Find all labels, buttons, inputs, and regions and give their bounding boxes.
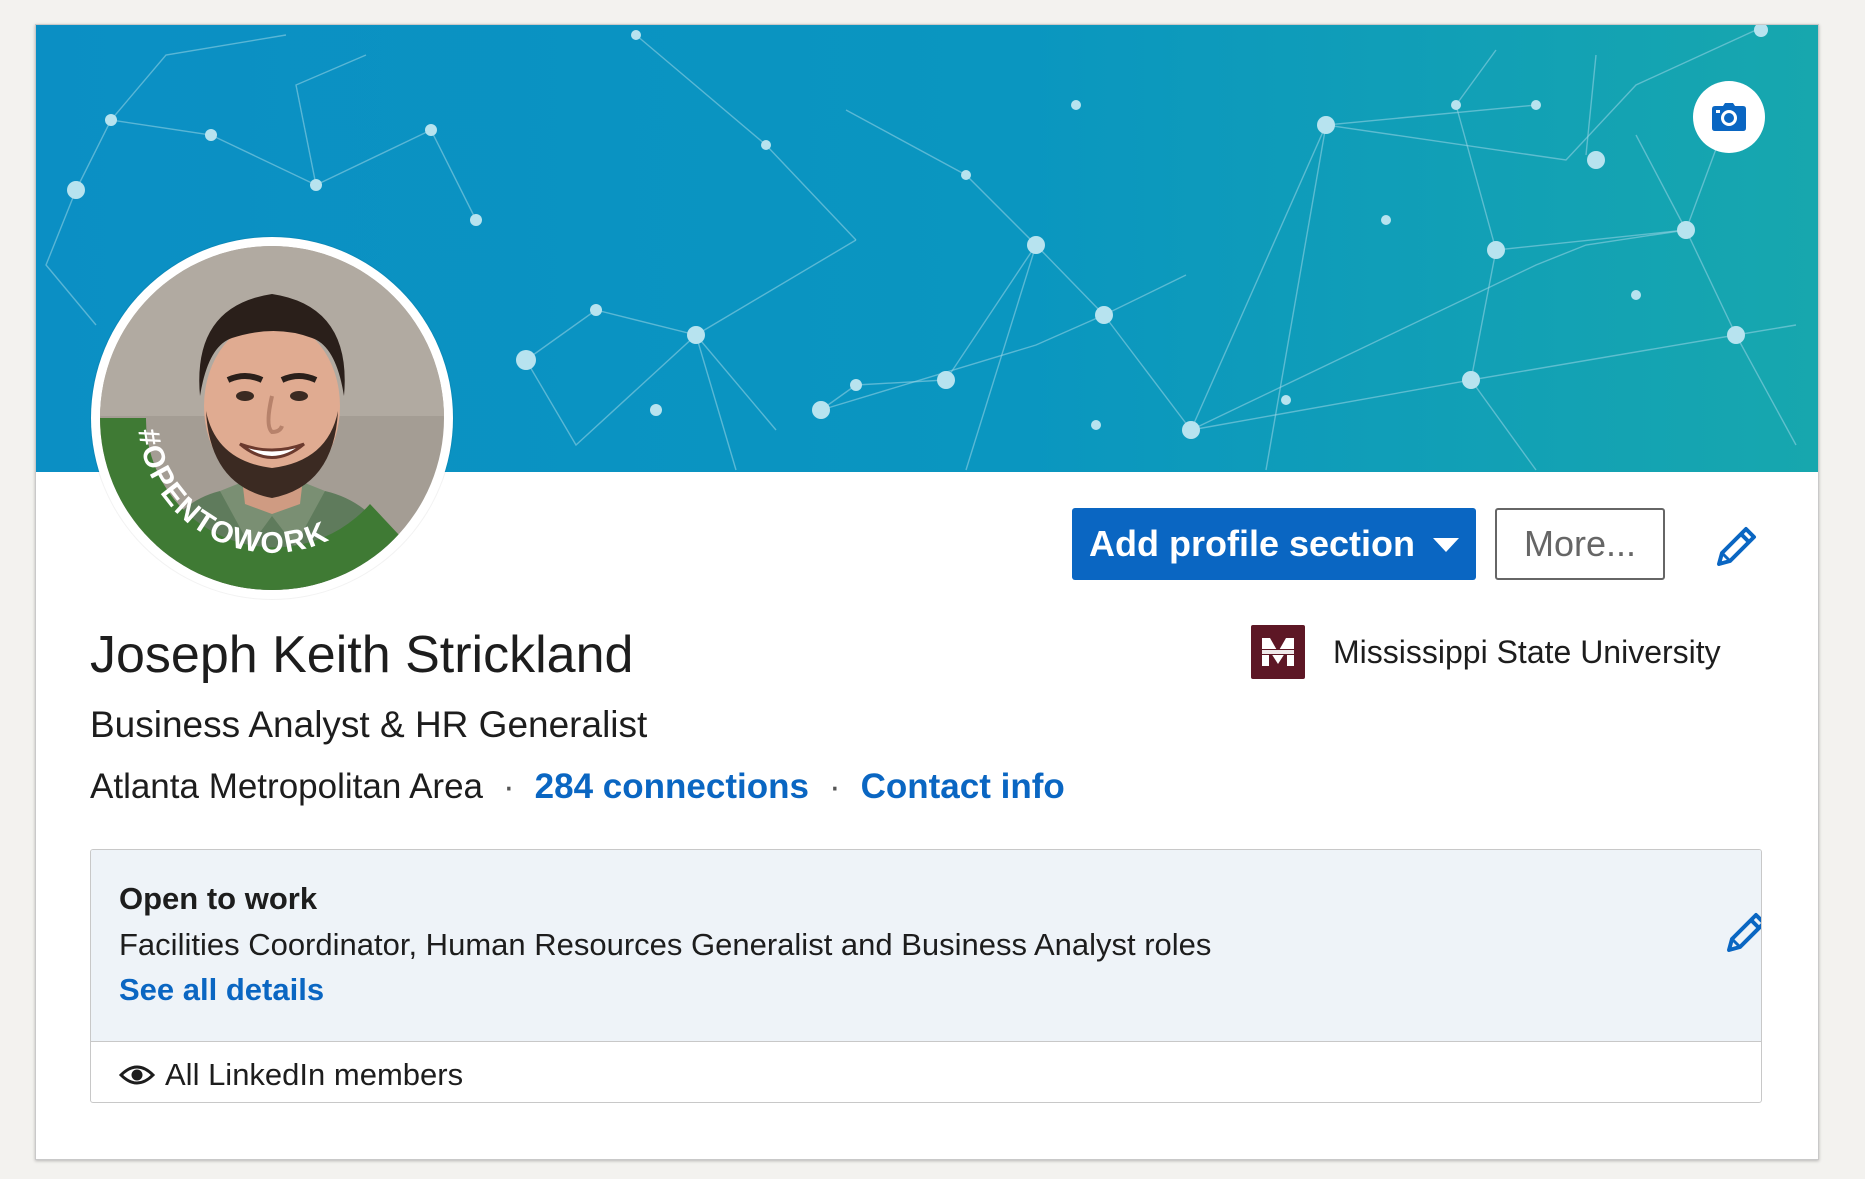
pencil-icon	[1727, 913, 1761, 952]
edit-intro-button[interactable]	[1710, 521, 1762, 573]
separator-dot: ·	[828, 767, 841, 806]
profile-location: Atlanta Metropolitan Area	[90, 767, 484, 806]
contact-info-link[interactable]: Contact info	[861, 767, 1065, 807]
edit-background-button[interactable]	[1693, 81, 1765, 153]
connections-link[interactable]: 284 connections	[535, 767, 809, 807]
add-profile-section-button[interactable]: Add profile section	[1072, 508, 1476, 580]
profile-card: #OPENTOWORK Add profile section More... …	[35, 24, 1819, 1160]
profile-headline: Business Analyst & HR Generalist	[90, 704, 648, 745]
eye-icon	[119, 1065, 155, 1085]
open-to-work-roles: Facilities Coordinator, Human Resources …	[119, 927, 1212, 962]
profile-meta: Atlanta Metropolitan Area · 284 connecti…	[90, 767, 1065, 807]
education-entry[interactable]: Mississippi State University	[1251, 625, 1721, 679]
open-to-work-visibility: All LinkedIn members	[119, 1057, 463, 1093]
see-all-details-link[interactable]: See all details	[119, 972, 324, 1008]
more-button[interactable]: More...	[1495, 508, 1665, 580]
edit-open-to-work-button[interactable]	[1721, 908, 1761, 958]
open-to-work-summary: Open to work Facilities Coordinator, Hum…	[91, 850, 1761, 1042]
add-profile-section-label: Add profile section	[1088, 523, 1416, 564]
profile-photo[interactable]: #OPENTOWORK	[91, 237, 453, 599]
caret-down-icon	[1433, 538, 1460, 552]
open-to-work-title: Open to work	[119, 881, 318, 916]
avatar: #OPENTOWORK	[100, 246, 444, 590]
profile-name: Joseph Keith Strickland	[90, 626, 634, 684]
msstate-logo-icon	[1251, 625, 1305, 679]
camera-icon	[1712, 103, 1746, 131]
separator-dot: ·	[503, 767, 515, 806]
open-to-work-card: Open to work Facilities Coordinator, Hum…	[90, 849, 1762, 1103]
school-name: Mississippi State University	[1333, 633, 1721, 670]
visibility-label: All LinkedIn members	[165, 1057, 464, 1092]
pencil-icon	[1717, 527, 1756, 566]
